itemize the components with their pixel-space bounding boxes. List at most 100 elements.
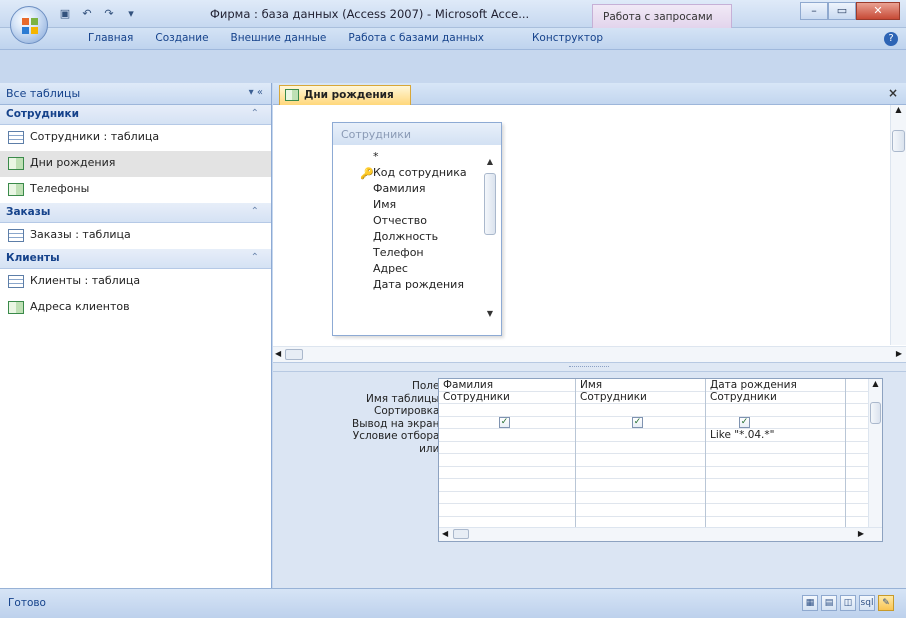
field-item[interactable]: * [333, 149, 501, 165]
field-item[interactable]: Имя [333, 197, 501, 213]
field-label: * [373, 150, 379, 163]
scroll-thumb[interactable] [453, 529, 469, 539]
nav-item-orders-table[interactable]: Заказы : таблица [0, 223, 271, 249]
nav-item-birthdays-query[interactable]: Дни рождения [0, 151, 271, 177]
nav-item-employees-table[interactable]: Сотрудники : таблица [0, 125, 271, 151]
table-cell[interactable]: Сотрудники [706, 391, 777, 403]
scroll-right-icon[interactable]: ▶ [858, 529, 864, 538]
pivot-chart-icon[interactable]: ◫ [840, 595, 856, 611]
scroll-thumb[interactable] [892, 130, 905, 152]
datasheet-view-icon[interactable]: ▦ [802, 595, 818, 611]
scroll-thumb[interactable] [484, 173, 496, 235]
field-item[interactable]: 🔑 Код сотрудника [333, 165, 501, 181]
show-checkbox[interactable]: ✓ [739, 417, 750, 428]
nav-header-label: Все таблицы [6, 87, 81, 100]
office-button[interactable] [10, 6, 48, 44]
help-icon[interactable]: ? [884, 32, 898, 46]
criteria-cell[interactable]: Like "*.04.*" [706, 429, 774, 441]
nav-header[interactable]: Все таблицы ▾ « [0, 83, 271, 105]
nav-group-label: Клиенты [6, 252, 60, 264]
field-item[interactable]: Фамилия [333, 181, 501, 197]
table-pane-horizontal-scrollbar[interactable]: ◀ ▶ [273, 346, 906, 362]
scroll-thumb[interactable] [285, 349, 303, 360]
redo-icon[interactable]: ↷ [100, 6, 118, 22]
nav-group-orders[interactable]: Заказы ⌃ [0, 203, 271, 223]
minimize-button[interactable]: – [800, 2, 828, 20]
nav-item-label: Клиенты : таблица [30, 274, 141, 287]
tab-external-data[interactable]: Внешние данные [231, 32, 327, 44]
row-label-criteria: Условие отбора: [352, 430, 443, 442]
tab-home[interactable]: Главная [88, 32, 133, 44]
nav-item-phones-query[interactable]: Телефоны [0, 177, 271, 203]
close-button[interactable]: ✕ [856, 2, 900, 20]
field-cell[interactable]: Фамилия [439, 379, 493, 391]
status-bar: Готово ▦ ▤ ◫ sql ✎ [0, 588, 906, 618]
scroll-left-icon[interactable]: ◀ [442, 529, 448, 538]
collapse-icon[interactable]: ⌃ [251, 108, 259, 119]
scroll-up-icon[interactable]: ▲ [869, 379, 882, 388]
field-list: * 🔑 Код сотрудника Фамилия Имя Отчество Д… [333, 145, 501, 293]
table-field-list[interactable]: Сотрудники * 🔑 Код сотрудника Фамилия Имя… [332, 122, 502, 336]
table-icon [8, 275, 24, 288]
nav-group-employees[interactable]: Сотрудники ⌃ [0, 105, 271, 125]
table-cell[interactable]: Сотрудники [576, 391, 647, 403]
show-checkbox[interactable]: ✓ [499, 417, 510, 428]
tab-design[interactable]: Конструктор [532, 32, 603, 44]
table-cell[interactable]: Сотрудники [439, 391, 510, 403]
row-label-field: Поле: [411, 380, 443, 392]
show-checkbox[interactable]: ✓ [632, 417, 643, 428]
scroll-up-icon[interactable]: ▲ [891, 105, 906, 114]
maximize-button[interactable]: ▭ [828, 2, 856, 20]
status-text: Готово [8, 597, 46, 609]
query-design-grid: Фамилия Сотрудники ✓ Имя Сотрудники ✓ Да… [438, 378, 883, 542]
grid-vertical-scrollbar[interactable]: ▲ [868, 379, 882, 529]
scroll-down-icon[interactable]: ▼ [483, 309, 497, 323]
nav-item-label: Адреса клиентов [30, 300, 130, 313]
tab-create[interactable]: Создание [155, 32, 208, 44]
field-item[interactable]: Дата рождения [333, 277, 501, 293]
field-item[interactable]: Должность [333, 229, 501, 245]
save-icon[interactable]: ▣ [56, 6, 74, 22]
field-label: Адрес [373, 262, 408, 275]
sql-view-icon[interactable]: sql [859, 595, 875, 611]
undo-icon[interactable]: ↶ [78, 6, 96, 22]
collapse-icon[interactable]: ⌃ [251, 206, 259, 217]
collapse-icon[interactable]: ⌃ [251, 252, 259, 263]
nav-pane-controls[interactable]: ▾ « [249, 87, 263, 98]
query-icon [8, 183, 24, 196]
nav-group-clients[interactable]: Клиенты ⌃ [0, 249, 271, 269]
field-item[interactable]: Отчество [333, 213, 501, 229]
nav-group-label: Сотрудники [6, 108, 79, 120]
field-item[interactable]: Телефон [333, 245, 501, 261]
office-logo-icon [22, 18, 38, 34]
field-item[interactable]: Адрес [333, 261, 501, 277]
tab-database-tools[interactable]: Работа с базами данных [348, 32, 484, 44]
field-label: Должность [373, 230, 439, 243]
grid-horizontal-scrollbar[interactable]: ◀ ▶ [439, 527, 882, 541]
design-view-icon[interactable]: ✎ [878, 595, 894, 611]
field-cell[interactable]: Имя [576, 379, 602, 391]
field-list-title[interactable]: Сотрудники [333, 123, 501, 145]
table-pane-vertical-scrollbar[interactable]: ▲ [890, 105, 906, 345]
row-label-show: Вывод на экран: [352, 417, 443, 430]
document-tab[interactable]: Дни рождения [279, 85, 411, 105]
customize-qat-icon[interactable]: ▾ [122, 6, 140, 22]
close-document-button[interactable]: × [888, 86, 898, 100]
field-list-scrollbar[interactable]: ▲ ▼ [483, 157, 497, 327]
nav-item-label: Телефоны [30, 182, 90, 195]
nav-item-clients-table[interactable]: Клиенты : таблица [0, 269, 271, 295]
row-labels: Поле: Имя таблицы: Сортировка: Вывод на … [283, 380, 443, 455]
nav-item-label: Заказы : таблица [30, 228, 131, 241]
scroll-left-icon[interactable]: ◀ [275, 349, 281, 358]
primary-key-icon: 🔑 [360, 167, 374, 180]
field-cell[interactable]: Дата рождения [706, 379, 797, 391]
nav-item-client-addresses-query[interactable]: Адреса клиентов [0, 295, 271, 321]
window-controls: – ▭ ✕ [800, 2, 900, 20]
scroll-right-icon[interactable]: ▶ [896, 349, 902, 358]
ribbon-tabs: Главная Создание Внешние данные Работа с… [0, 28, 906, 50]
splitter-grip[interactable] [569, 366, 609, 369]
pivot-table-icon[interactable]: ▤ [821, 595, 837, 611]
scroll-thumb[interactable] [870, 402, 881, 424]
scroll-up-icon[interactable]: ▲ [483, 157, 497, 171]
pane-splitter[interactable] [273, 362, 906, 372]
